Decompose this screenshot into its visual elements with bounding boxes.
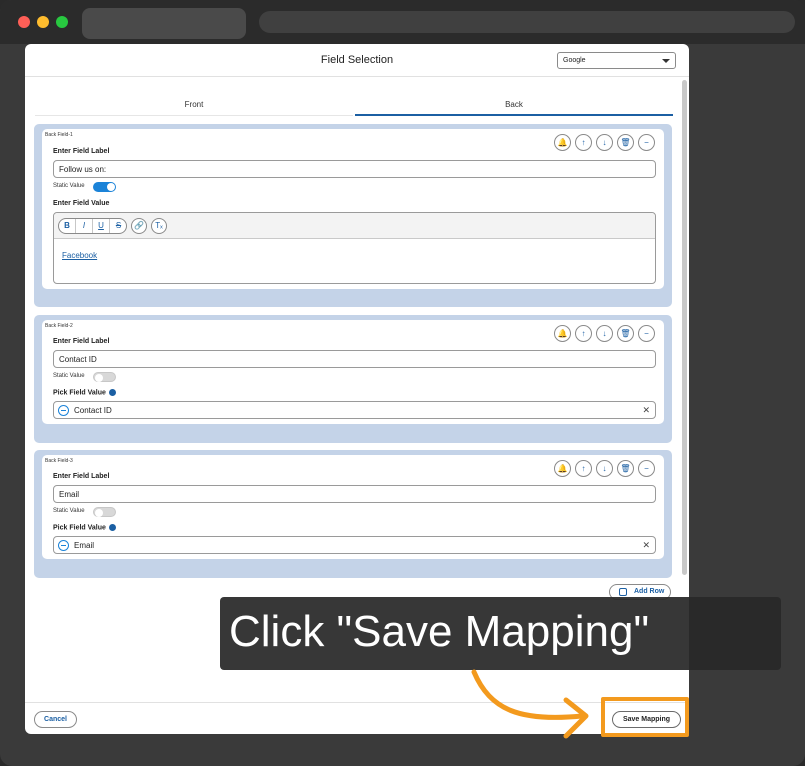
save-mapping-highlight <box>601 697 689 737</box>
callout-text: Click "Save Mapping" <box>229 607 650 656</box>
tab-front[interactable]: Front <box>35 96 353 116</box>
clear-icon[interactable]: ✕ <box>642 540 650 551</box>
modal-header: Field Selection Google <box>25 44 689 77</box>
back-field-card-2: Back Field-2 🔔 ↑ ↓ 🗑 − Enter Field Label… <box>34 315 672 443</box>
pick-field-input[interactable]: Contact ID ✕ <box>53 401 656 419</box>
trash-icon[interactable]: 🗑 <box>617 325 634 342</box>
bell-icon[interactable]: 🔔 <box>554 460 571 477</box>
info-icon[interactable] <box>108 524 116 531</box>
static-value-label: Static Value <box>53 373 85 379</box>
strikethrough-button[interactable]: S <box>110 219 127 233</box>
toggle-knob <box>107 183 115 191</box>
pick-field-input[interactable]: Email ✕ <box>53 536 656 554</box>
static-value-toggle[interactable] <box>93 372 116 382</box>
field-panel: Back Field-3 🔔 ↑ ↓ 🗑 − Enter Field Label… <box>42 455 664 559</box>
maximize-window-button[interactable] <box>56 16 68 28</box>
window-titlebar <box>0 0 805 44</box>
move-down-icon[interactable]: ↓ <box>596 325 613 342</box>
trash-icon[interactable]: 🗑 <box>617 460 634 477</box>
field-card-title: Back Field-3 <box>45 458 73 464</box>
field-actions: 🔔 ↑ ↓ 🗑 − <box>554 134 658 152</box>
rich-text-editor[interactable]: B I U S 🔗 Tₓ Facebook <box>53 212 656 284</box>
move-down-icon[interactable]: ↓ <box>596 460 613 477</box>
back-field-card-3: Back Field-3 🔔 ↑ ↓ 🗑 − Enter Field Label… <box>34 450 672 578</box>
pick-value-heading-text: Pick Field Value <box>53 389 106 397</box>
editor-link-text[interactable]: Facebook <box>62 251 97 260</box>
bold-button[interactable]: B <box>59 219 76 233</box>
bell-icon[interactable]: 🔔 <box>554 134 571 151</box>
chevron-down-icon <box>662 59 670 63</box>
field-label-heading: Enter Field Label <box>53 338 110 345</box>
template-select[interactable]: Google <box>557 52 676 69</box>
field-label-heading: Enter Field Label <box>53 148 110 155</box>
field-label-input[interactable]: Follow us on: <box>53 160 656 178</box>
move-down-icon[interactable]: ↓ <box>596 134 613 151</box>
editor-toolbar: B I U S 🔗 Tₓ <box>54 213 655 239</box>
picked-value: Email <box>74 541 95 550</box>
add-row-label: Add Row <box>634 588 665 595</box>
format-button-group: B I U S <box>58 218 127 234</box>
bell-icon[interactable]: 🔔 <box>554 325 571 342</box>
clear-icon[interactable]: ✕ <box>642 405 650 416</box>
static-value-toggle[interactable] <box>93 507 116 517</box>
field-actions: 🔔 ↑ ↓ 🗑 − <box>554 460 658 478</box>
italic-button[interactable]: I <box>76 219 93 233</box>
address-bar[interactable] <box>259 11 795 33</box>
move-up-icon[interactable]: ↑ <box>575 325 592 342</box>
static-value-toggle[interactable] <box>93 182 116 192</box>
pick-value-heading: Pick Field Value <box>53 524 116 531</box>
trash-icon[interactable]: 🗑 <box>617 134 634 151</box>
link-icon[interactable]: 🔗 <box>131 218 147 234</box>
side-tabs: Front Back <box>35 96 673 116</box>
field-panel: Back Field-2 🔔 ↑ ↓ 🗑 − Enter Field Label… <box>42 320 664 424</box>
field-label-input[interactable]: Contact ID <box>53 350 656 368</box>
underline-button[interactable]: U <box>93 219 110 233</box>
tab-back[interactable]: Back <box>355 96 673 116</box>
tutorial-callout: Click "Save Mapping" <box>220 597 781 670</box>
toggle-knob <box>95 374 103 382</box>
minimize-window-button[interactable] <box>37 16 49 28</box>
pick-value-heading-text: Pick Field Value <box>53 524 106 532</box>
picked-value: Contact ID <box>74 406 112 415</box>
toggle-knob <box>95 509 103 517</box>
scrollbar-thumb[interactable] <box>682 80 687 575</box>
back-field-card-1: Back Field-1 🔔 ↑ ↓ 🗑 − Enter Field Label… <box>34 124 672 307</box>
field-panel: Back Field-1 🔔 ↑ ↓ 🗑 − Enter Field Label… <box>42 129 664 289</box>
cancel-button[interactable]: Cancel <box>34 711 77 728</box>
field-label-input[interactable]: Email <box>53 485 656 503</box>
field-card-title: Back Field-2 <box>45 323 73 329</box>
collapse-icon[interactable]: − <box>638 460 655 477</box>
clear-format-button[interactable]: Tₓ <box>151 218 167 234</box>
move-up-icon[interactable]: ↑ <box>575 460 592 477</box>
add-row-icon <box>619 588 627 596</box>
static-value-label: Static Value <box>53 508 85 514</box>
browser-window: Field Selection Google Front Back Back F… <box>0 0 805 766</box>
field-actions: 🔔 ↑ ↓ 🗑 − <box>554 325 658 343</box>
collapse-icon[interactable]: − <box>638 134 655 151</box>
field-type-icon <box>58 405 69 416</box>
modal-footer: Cancel Save Mapping <box>25 702 689 734</box>
move-up-icon[interactable]: ↑ <box>575 134 592 151</box>
field-value-heading: Enter Field Value <box>53 200 110 207</box>
pick-value-heading: Pick Field Value <box>53 389 116 396</box>
close-window-button[interactable] <box>18 16 30 28</box>
field-label-heading: Enter Field Label <box>53 473 110 480</box>
browser-tab[interactable] <box>82 8 246 39</box>
collapse-icon[interactable]: − <box>638 325 655 342</box>
template-select-value: Google <box>563 57 586 64</box>
info-icon[interactable] <box>108 389 116 396</box>
field-card-title: Back Field-1 <box>45 132 73 138</box>
static-value-label: Static Value <box>53 183 85 189</box>
field-type-icon <box>58 540 69 551</box>
